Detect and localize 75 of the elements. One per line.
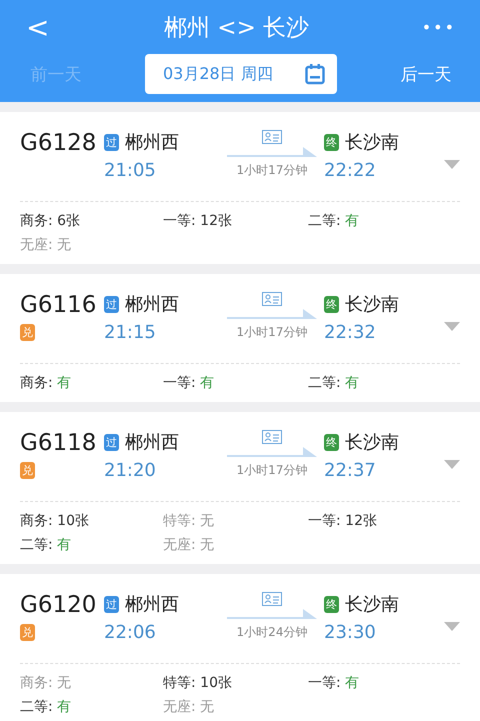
expand-caret-icon[interactable] bbox=[444, 322, 460, 331]
departure-badge: 过 bbox=[104, 134, 119, 150]
arrow-icon bbox=[227, 309, 317, 321]
station-name: 郴州西 bbox=[125, 293, 179, 316]
id-card-icon bbox=[262, 592, 282, 606]
seat-availability: 一等: 有 bbox=[308, 674, 360, 692]
departure-badge: 过 bbox=[104, 596, 119, 612]
departure-time: 22:06 bbox=[104, 622, 157, 643]
seat-availability: 二等: 有 bbox=[308, 212, 360, 230]
departure-time: 21:05 bbox=[104, 160, 157, 181]
more-button[interactable]: ••• bbox=[416, 16, 462, 38]
station-name: 郴州西 bbox=[125, 131, 179, 154]
arrival-badge: 终 bbox=[324, 434, 339, 450]
seat-availability: 商务: 6张 bbox=[20, 212, 82, 230]
arrival-badge: 终 bbox=[324, 596, 339, 612]
station-name: 长沙南 bbox=[345, 593, 399, 616]
train-number: G6120 bbox=[20, 592, 96, 618]
route-title: 郴州 <> 长沙 bbox=[162, 14, 310, 42]
expand-caret-icon[interactable] bbox=[444, 460, 460, 469]
departure-time: 21:15 bbox=[104, 322, 157, 343]
seat-availability: 二等: 有 bbox=[308, 374, 360, 392]
exchange-badge: 兑 bbox=[20, 324, 35, 341]
seat-availability: 商务: 有 bbox=[20, 374, 72, 392]
station-name: 长沙南 bbox=[345, 131, 399, 154]
id-card-icon bbox=[262, 430, 282, 444]
seat-availability: 商务: 无 bbox=[20, 674, 72, 692]
train-card[interactable]: G6128 过 郴州西 21:05 1小时17分钟 终 长沙南 22:22 商务: 6张 一等: 12张 二等: 有 无座: 无 bbox=[0, 112, 480, 264]
next-day-button[interactable]: 后一天 bbox=[396, 62, 456, 86]
arrival-time: 22:32 bbox=[324, 322, 377, 343]
arrival-badge: 终 bbox=[324, 296, 339, 312]
arrival-time: 22:37 bbox=[324, 460, 377, 481]
seat-availability: 二等: 有 bbox=[20, 536, 72, 554]
station-name: 郴州西 bbox=[125, 431, 179, 454]
seat-availability: 二等: 有 bbox=[20, 698, 72, 716]
station-name: 郴州西 bbox=[125, 593, 179, 616]
station-name: 长沙南 bbox=[345, 293, 399, 316]
departure-time: 21:20 bbox=[104, 460, 157, 481]
expand-caret-icon[interactable] bbox=[444, 160, 460, 169]
seat-availability: 一等: 12张 bbox=[308, 512, 378, 530]
seat-availability: 一等: 有 bbox=[163, 374, 216, 392]
train-card[interactable]: G6120 兑 过 郴州西 22:06 1小时24分钟 终 长沙南 23:30 商务: 无 特等: 10张 一等: 有 二等: 有 无座: 无 bbox=[0, 574, 480, 721]
train-number: G6128 bbox=[20, 130, 96, 156]
arrow-icon bbox=[227, 447, 317, 459]
exchange-badge: 兑 bbox=[20, 462, 35, 479]
train-number: G6118 bbox=[20, 430, 96, 456]
duration-text: 1小时17分钟 bbox=[236, 162, 308, 179]
seat-availability: 商务: 10张 bbox=[20, 512, 90, 530]
duration-text: 1小时17分钟 bbox=[236, 324, 308, 341]
id-card-icon bbox=[262, 130, 282, 144]
back-button[interactable]: < bbox=[18, 10, 58, 44]
id-card-icon bbox=[262, 292, 282, 306]
seat-availability: 无座: 无 bbox=[163, 698, 216, 716]
arrow-icon bbox=[227, 147, 317, 159]
seat-availability: 一等: 12张 bbox=[163, 212, 233, 230]
duration-text: 1小时24分钟 bbox=[236, 624, 308, 641]
train-card[interactable]: G6118 兑 过 郴州西 21:20 1小时17分钟 终 长沙南 22:37 商务: 10张 特等: 无 一等: 12张 二等: 有 无座: 无 bbox=[0, 412, 480, 564]
station-name: 长沙南 bbox=[345, 431, 399, 454]
date-text: 03月28日 周四 bbox=[163, 64, 273, 84]
seat-availability: 无座: 无 bbox=[163, 536, 216, 554]
departure-badge: 过 bbox=[104, 296, 119, 312]
duration-text: 1小时17分钟 bbox=[236, 462, 308, 479]
arrival-badge: 终 bbox=[324, 134, 339, 150]
train-number: G6116 bbox=[20, 292, 96, 318]
arrival-time: 22:22 bbox=[324, 160, 377, 181]
seat-availability: 无座: 无 bbox=[20, 236, 72, 254]
exchange-badge: 兑 bbox=[20, 624, 35, 641]
train-card[interactable]: G6116 兑 过 郴州西 21:15 1小时17分钟 终 长沙南 22:32 商务: 有 一等: 有 二等: 有 bbox=[0, 274, 480, 402]
departure-badge: 过 bbox=[104, 434, 119, 450]
arrival-time: 23:30 bbox=[324, 622, 377, 643]
calendar-icon bbox=[305, 63, 325, 85]
date-picker[interactable]: 03月28日 周四 bbox=[145, 54, 337, 94]
seat-availability: 特等: 10张 bbox=[163, 674, 233, 692]
expand-caret-icon[interactable] bbox=[444, 622, 460, 631]
arrow-icon bbox=[227, 609, 317, 621]
seat-availability: 特等: 无 bbox=[163, 512, 216, 530]
